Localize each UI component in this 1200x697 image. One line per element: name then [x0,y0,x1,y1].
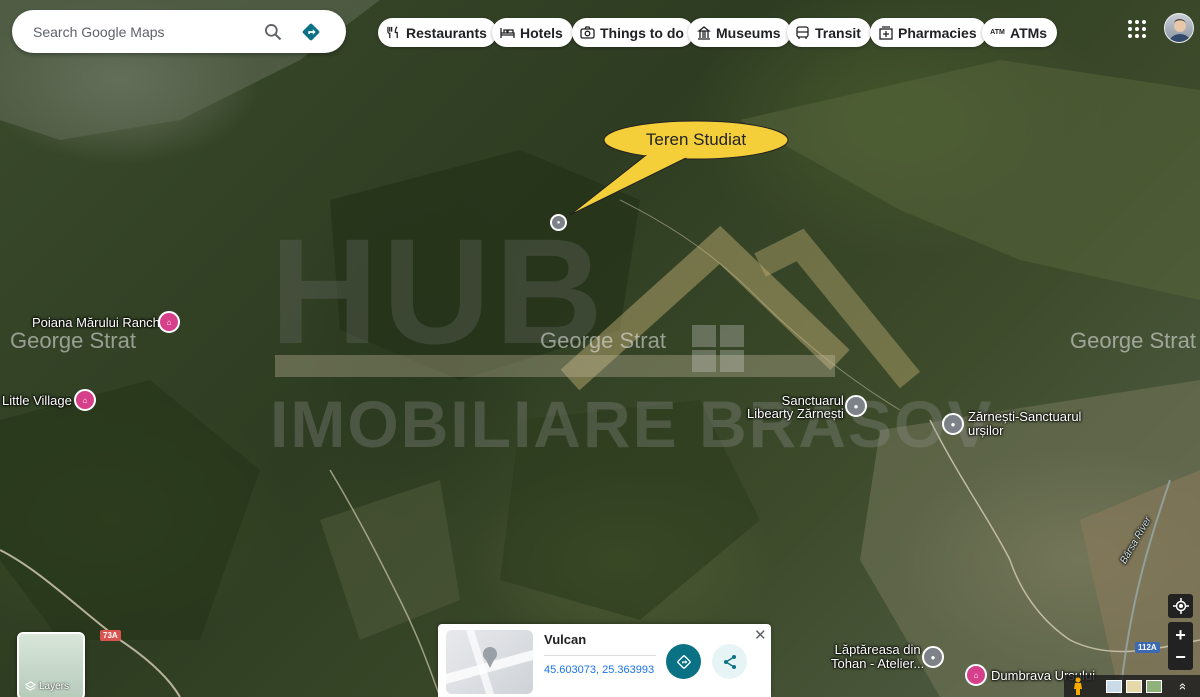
place-card: Vulcan 45.603073, 25.363993 ✕ [438,624,771,697]
chip-label: Hotels [520,24,563,41]
place-thumbnail[interactable] [446,630,533,694]
chip-pharmacies[interactable]: Pharmacies [870,18,987,47]
chip-things-to-do[interactable]: Things to do [572,18,694,47]
place-title: Vulcan [544,632,587,647]
zoom-out-button[interactable]: − [1175,646,1186,668]
watermark-agent-left: George Strat [10,328,136,353]
chip-transit[interactable]: Transit [787,18,871,47]
layers-label: Layers [39,681,70,692]
map-type-thumbnail[interactable] [1106,679,1122,693]
chip-label: Museums [716,24,781,41]
chip-label: Restaurants [406,24,487,41]
road-shield-112a: 112A [1135,642,1160,653]
attraction-pin-icon[interactable]: ● [942,413,964,435]
google-apps-icon[interactable] [1124,16,1150,42]
watermark-agent-right: George Strat [1070,328,1196,353]
location-icon [1172,598,1189,614]
lodging-pin-icon[interactable]: ⌂ [158,311,180,333]
divider [544,655,656,656]
place-label-poiana[interactable]: Poiana Mărului Ranch [32,315,160,330]
search-input[interactable] [33,23,248,40]
dropped-pin-icon[interactable]: ● [550,214,567,231]
chip-atms[interactable]: ATM ATMs [982,18,1058,47]
camera-icon [580,25,595,40]
chip-label: Pharmacies [898,24,977,41]
attraction-pin-icon[interactable]: ● [922,646,944,668]
lodging-pin-icon[interactable]: ⌂ [965,664,987,686]
fork-knife-icon [386,25,401,40]
place-label-laptareasa[interactable]: Lăptăreasa din Tohan - Atelier... [831,643,924,671]
bed-icon [500,25,515,40]
expand-icon[interactable]: » [1174,682,1189,689]
directions-icon [676,654,691,669]
museum-icon [696,25,711,40]
search-icon[interactable] [256,15,290,49]
pharmacy-icon [878,25,893,40]
avatar[interactable] [1164,13,1194,43]
satellite-thumbnail[interactable] [1146,679,1162,693]
map-bottom-bar: » [1064,675,1200,697]
layers-button[interactable]: Layers [17,632,85,697]
directions-button[interactable] [666,644,701,679]
place-label-little-village[interactable]: Little Village [2,393,72,408]
road-shield-73a: 73A [100,630,121,641]
atm-icon: ATM [990,29,1005,36]
watermark-agent-center: George Strat [540,328,666,353]
layers-icon [25,681,36,691]
place-label-zarnesti[interactable]: Zărnești-Sanctuarul urșilor [968,410,1081,438]
share-button[interactable] [712,644,747,679]
directions-icon[interactable] [294,15,328,49]
my-location-button[interactable] [1168,594,1193,618]
attraction-pin-icon[interactable]: ● [845,395,867,417]
bus-icon [795,25,810,40]
chip-label: Transit [815,24,861,41]
callout-text: Teren Studiat [645,130,747,149]
chip-restaurants[interactable]: Restaurants [378,18,497,47]
search-box [12,10,346,53]
close-icon[interactable]: ✕ [754,626,767,644]
place-label-sanctuarul[interactable]: Sanctuarul Libearty Zărnești [747,394,844,420]
chip-label: ATMs [1010,24,1048,41]
zoom-controls: + − [1168,622,1193,670]
place-coordinates[interactable]: 45.603073, 25.363993 [544,664,654,676]
chip-hotels[interactable]: Hotels [492,18,573,47]
satellite-map[interactable]: HUB IMOBILIARE BRASOV George Strat Georg… [0,0,1200,697]
watermark-imobiliare: IMOBILIARE BRASOV [270,387,994,461]
chip-label: Things to do [600,24,684,41]
share-icon [723,654,736,669]
pegman-icon[interactable] [1072,677,1084,695]
lodging-pin-icon[interactable]: ⌂ [74,389,96,411]
terrain-thumbnail[interactable] [1126,679,1142,693]
zoom-in-button[interactable]: + [1175,624,1186,646]
chip-museums[interactable]: Museums [688,18,791,47]
